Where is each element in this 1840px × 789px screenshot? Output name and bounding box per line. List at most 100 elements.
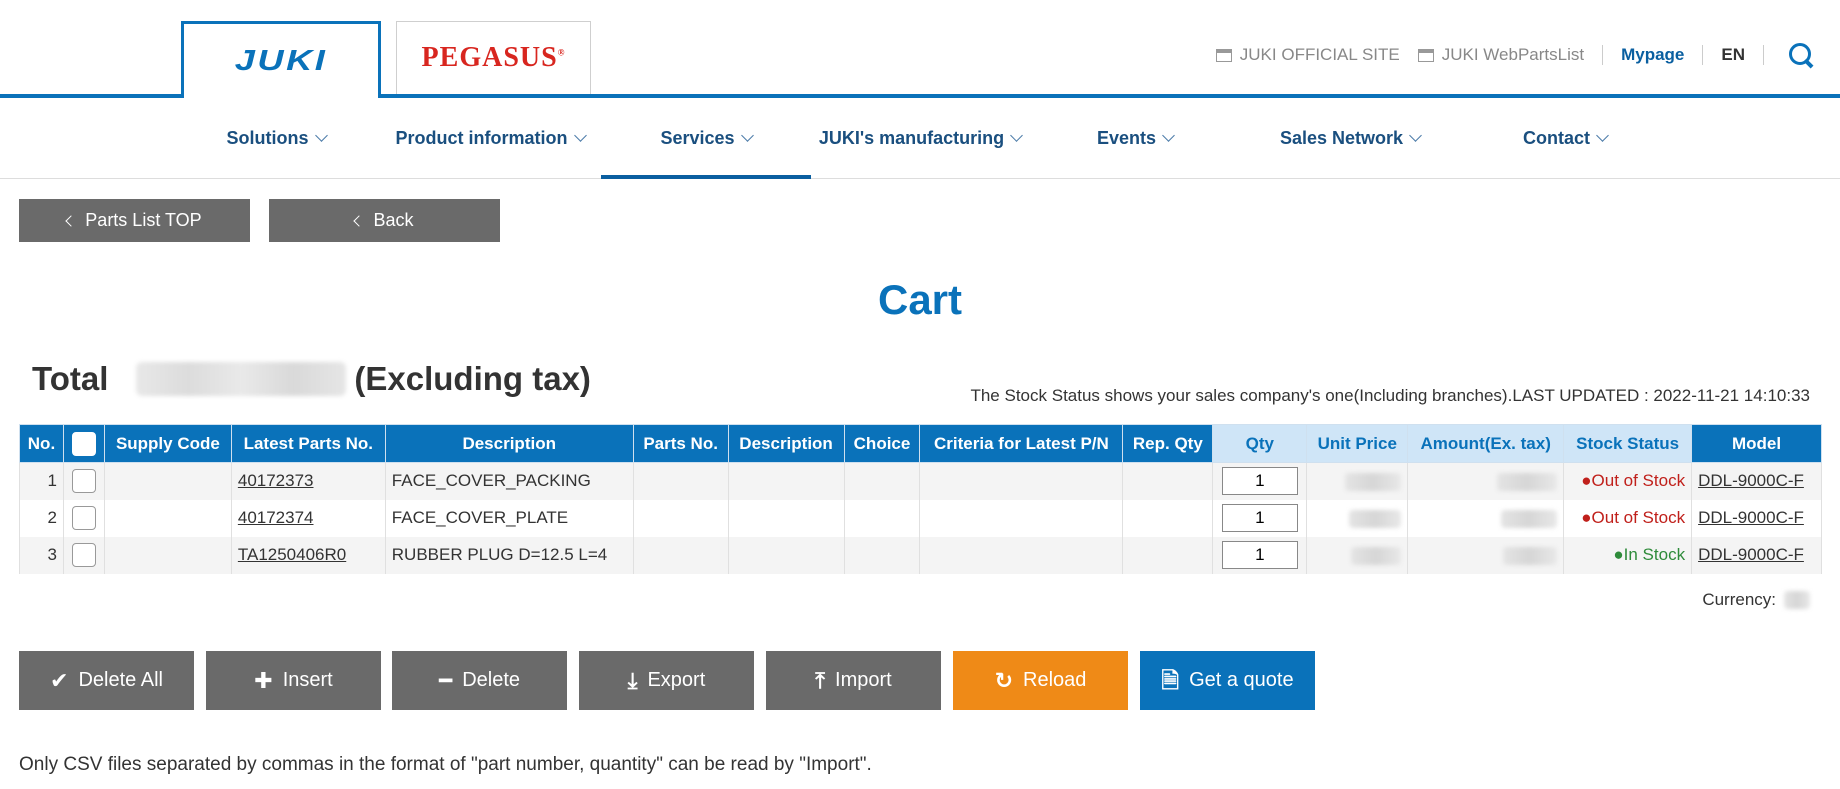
divider (1763, 45, 1764, 65)
criteria (919, 499, 1124, 537)
amount-redacted (1407, 499, 1565, 537)
latest-parts-no: 40172373 (230, 462, 386, 500)
chevron-left-icon (65, 214, 77, 227)
main-nav: Solutions Product information Services J… (0, 98, 1840, 179)
qty-input[interactable] (1221, 467, 1298, 496)
col-select-all (62, 424, 105, 463)
pegasus-logo: PEGASUS® (421, 42, 566, 73)
row-checkbox[interactable] (71, 469, 96, 494)
unit-price-redacted (1306, 499, 1409, 537)
parts-list-top-button[interactable]: Parts List TOP (19, 199, 250, 242)
stock-status-note: The Stock Status shows your sales compan… (970, 386, 1810, 405)
chevron-down-icon (1409, 129, 1422, 142)
table-row: 3 TA1250406R0 RUBBER PLUG D=12.5 L=4 ●In… (19, 536, 1822, 574)
chevron-down-icon (740, 129, 754, 142)
nav-events[interactable]: Events (1085, 98, 1185, 178)
description: FACE_COVER_PLATE (384, 499, 634, 537)
col-no: No. (19, 424, 64, 463)
supply-code (103, 536, 232, 574)
col-model: Model (1691, 424, 1822, 463)
description-2 (727, 499, 845, 537)
row-no: 2 (19, 499, 64, 537)
latest-parts-no-link[interactable]: TA1250406R0 (238, 545, 346, 564)
nav-services[interactable]: Services (601, 98, 811, 179)
chevron-down-icon (1162, 129, 1175, 142)
model: DDL-9000C-F (1691, 499, 1822, 537)
supply-code (103, 462, 232, 500)
site-header: JUKI PEGASUS® JUKI OFFICIAL SITE JUKI We… (0, 0, 1840, 98)
latest-parts-no-link[interactable]: 40172374 (238, 508, 314, 527)
checkmark-icon: ✔ (50, 667, 69, 693)
cart-total: Total (Excluding tax) (32, 360, 591, 398)
description-2 (727, 462, 845, 500)
currency-indicator: Currency: (1702, 590, 1810, 610)
row-no: 3 (19, 536, 64, 574)
col-latest-parts-no: Latest Parts No. (230, 424, 386, 463)
criteria (919, 462, 1124, 500)
col-rep-qty: Rep. Qty (1122, 424, 1214, 463)
juki-brand-tab[interactable]: JUKI (181, 21, 381, 98)
qty-cell (1212, 536, 1308, 574)
document-icon: 🗎 (1161, 667, 1180, 693)
rep-qty (1122, 462, 1214, 500)
web-parts-list-link[interactable]: JUKI WebPartsList (1417, 45, 1584, 65)
qty-cell (1212, 462, 1308, 500)
total-amount-redacted (136, 362, 347, 396)
col-stock-status: Stock Status (1563, 424, 1693, 463)
divider (1602, 45, 1604, 65)
csv-import-note: Only CSV files separated by commas in th… (19, 754, 872, 775)
official-site-link[interactable]: JUKI OFFICIAL SITE (1215, 45, 1400, 65)
nav-solutions[interactable]: Solutions (218, 98, 334, 178)
insert-button[interactable]: ✚ Insert (206, 651, 381, 710)
table-header-row: No. Supply Code Latest Parts No. Descrip… (19, 424, 1822, 463)
col-qty: Qty (1212, 424, 1308, 463)
nav-jukis-manufacturing[interactable]: JUKI's manufacturing (815, 98, 1025, 178)
delete-button[interactable]: ━ Delete (392, 651, 567, 710)
window-icon (1417, 48, 1434, 62)
qty-input[interactable] (1221, 504, 1298, 532)
row-select (62, 499, 105, 537)
chevron-down-icon (314, 129, 328, 142)
language-switch[interactable]: EN (1721, 45, 1745, 65)
row-checkbox[interactable] (71, 543, 96, 567)
choice (843, 499, 921, 537)
nav-product-information[interactable]: Product information (390, 98, 590, 178)
reload-button[interactable]: ↻ Reload (953, 651, 1128, 710)
model-link[interactable]: DDL-9000C-F (1698, 508, 1804, 527)
get-quote-button[interactable]: 🗎 Get a quote (1140, 651, 1315, 710)
nav-contact[interactable]: Contact (1515, 98, 1615, 178)
select-all-checkbox[interactable] (71, 431, 96, 456)
amount-redacted (1407, 462, 1565, 500)
chevron-left-icon (353, 214, 366, 227)
qty-input[interactable] (1221, 541, 1298, 569)
model: DDL-9000C-F (1691, 462, 1822, 500)
qty-cell (1212, 499, 1308, 537)
col-description-2: Description (727, 424, 845, 463)
parts-no (632, 536, 729, 574)
col-choice: Choice (843, 424, 921, 463)
download-icon: ⤓ (627, 667, 638, 693)
model-link[interactable]: DDL-9000C-F (1698, 471, 1804, 490)
pegasus-brand-tab[interactable]: PEGASUS® (396, 21, 591, 94)
col-unit-price: Unit Price (1306, 424, 1409, 463)
col-criteria: Criteria for Latest P/N (919, 424, 1124, 463)
choice (843, 536, 921, 574)
mypage-link[interactable]: Mypage (1621, 45, 1684, 65)
delete-all-button[interactable]: ✔ Delete All (19, 651, 194, 710)
nav-sales-network[interactable]: Sales Network (1270, 98, 1430, 178)
refresh-icon: ↻ (994, 667, 1014, 693)
export-button[interactable]: ⤓ Export (579, 651, 754, 710)
back-button[interactable]: Back (269, 199, 500, 242)
stock-status: ●In Stock (1563, 536, 1693, 574)
criteria (919, 536, 1124, 574)
stock-status: ●Out of Stock (1563, 462, 1693, 500)
currency-redacted (1784, 591, 1810, 609)
amount-redacted (1407, 536, 1565, 574)
model-link[interactable]: DDL-9000C-F (1698, 545, 1804, 564)
search-icon[interactable] (1788, 42, 1814, 68)
latest-parts-no-link[interactable]: 40172373 (238, 471, 314, 490)
row-checkbox[interactable] (71, 506, 96, 530)
rep-qty (1122, 499, 1214, 537)
import-button[interactable]: ⤒ Import (766, 651, 941, 710)
parts-no (632, 462, 729, 500)
